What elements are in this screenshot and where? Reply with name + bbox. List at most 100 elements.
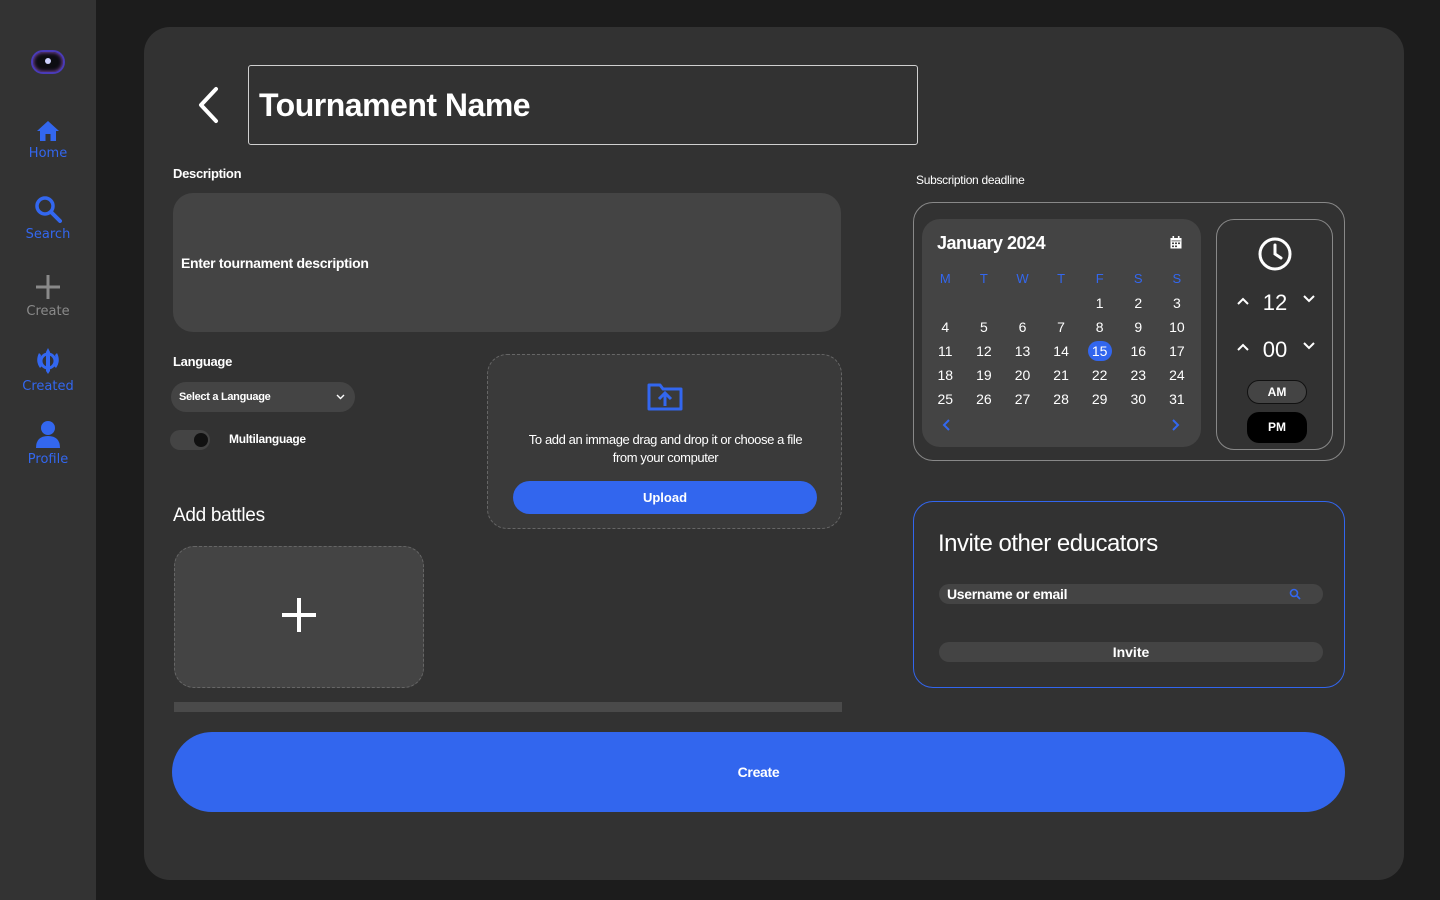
day-header: S bbox=[1172, 271, 1182, 286]
day-blank bbox=[1042, 293, 1081, 317]
pm-button[interactable]: PM bbox=[1247, 412, 1307, 443]
day-cell[interactable]: 14 bbox=[1042, 341, 1081, 365]
day-cell[interactable]: 23 bbox=[1119, 365, 1158, 389]
sidebar-item-label: Created bbox=[22, 379, 74, 394]
day-cell[interactable]: 2 bbox=[1119, 293, 1158, 317]
description-field[interactable]: Enter tournament description bbox=[173, 193, 841, 332]
invite-button[interactable]: Invite bbox=[939, 642, 1323, 662]
time-picker: 12 00 AM PM bbox=[1216, 219, 1333, 450]
plus-icon bbox=[36, 275, 60, 299]
day-header: T bbox=[979, 271, 988, 286]
multilanguage-toggle[interactable] bbox=[170, 430, 210, 450]
chevron-left-icon[interactable] bbox=[940, 418, 954, 432]
day-cell-selected[interactable]: 15 bbox=[1080, 341, 1119, 365]
horizontal-scrollbar[interactable] bbox=[174, 702, 842, 712]
back-arrow-icon[interactable] bbox=[194, 86, 226, 124]
create-button[interactable]: Create bbox=[172, 732, 1345, 812]
deadline-label: Subscription deadline bbox=[916, 173, 1025, 187]
day-cell[interactable]: 8 bbox=[1080, 317, 1119, 341]
description-label: Description bbox=[173, 166, 242, 181]
sidebar-item-profile[interactable]: Profile bbox=[0, 420, 96, 467]
plus-icon bbox=[282, 598, 316, 632]
day-cell[interactable]: 17 bbox=[1158, 341, 1197, 365]
sidebar-item-label: Search bbox=[25, 227, 71, 242]
invite-input-placeholder: Username or email bbox=[947, 586, 1068, 602]
day-cell[interactable]: 12 bbox=[965, 341, 1004, 365]
day-header: F bbox=[1095, 271, 1104, 286]
day-cell[interactable]: 24 bbox=[1158, 365, 1197, 389]
day-cell[interactable]: 13 bbox=[1003, 341, 1042, 365]
hour-up-icon[interactable] bbox=[1236, 296, 1250, 306]
sidebar-item-home[interactable]: Home bbox=[0, 120, 96, 161]
day-cell[interactable]: 29 bbox=[1080, 389, 1119, 413]
day-cell[interactable]: 19 bbox=[965, 365, 1004, 389]
day-header: T bbox=[1057, 271, 1066, 286]
day-cell[interactable]: 9 bbox=[1119, 317, 1158, 341]
sidebar-item-create[interactable]: Create bbox=[0, 274, 96, 319]
sidebar-item-label: Profile bbox=[27, 452, 69, 467]
minute-down-icon[interactable] bbox=[1302, 341, 1316, 351]
day-cell[interactable]: 25 bbox=[926, 389, 965, 413]
day-cell[interactable]: 1 bbox=[1080, 293, 1119, 317]
chevron-right-icon[interactable] bbox=[1168, 418, 1182, 432]
sidebar-item-label: Home bbox=[28, 146, 68, 161]
app-logo[interactable] bbox=[31, 50, 65, 74]
day-cell[interactable]: 3 bbox=[1158, 293, 1197, 317]
day-cell[interactable]: 27 bbox=[1003, 389, 1042, 413]
day-cell[interactable]: 7 bbox=[1042, 317, 1081, 341]
dropzone-instructions: To add an immage drag and drop it or cho… bbox=[528, 432, 803, 465]
day-cell[interactable]: 10 bbox=[1158, 317, 1197, 341]
day-label: 15 bbox=[1087, 341, 1112, 361]
user-icon bbox=[36, 421, 60, 448]
day-header: M bbox=[939, 271, 951, 286]
minute-value[interactable]: 00 bbox=[1250, 337, 1300, 363]
day-cell[interactable]: 4 bbox=[926, 317, 965, 341]
calendar-grid: M T W T F S S 1 2 3 4 5 6 7 8 9 10 11 12 13 14 15 16 17 18 19 20 21… bbox=[926, 269, 1198, 413]
invite-username-input[interactable]: Username or email bbox=[939, 584, 1323, 604]
invite-panel: Invite other educators Username or email… bbox=[913, 501, 1345, 688]
language-select-value: Select a Language bbox=[179, 391, 271, 403]
day-blank bbox=[965, 293, 1004, 317]
day-cell[interactable]: 18 bbox=[926, 365, 965, 389]
minute-up-icon[interactable] bbox=[1236, 342, 1250, 352]
search-icon bbox=[35, 196, 62, 223]
home-icon bbox=[37, 121, 59, 141]
day-cell[interactable]: 31 bbox=[1158, 389, 1197, 413]
calendar-icon[interactable] bbox=[1170, 236, 1182, 249]
sidebar: Home Search Create Created Profile bbox=[0, 0, 96, 900]
day-cell[interactable]: 11 bbox=[926, 341, 965, 365]
add-battles-title: Add battles bbox=[173, 505, 265, 526]
search-icon[interactable] bbox=[1289, 588, 1301, 600]
day-cell[interactable]: 26 bbox=[965, 389, 1004, 413]
am-button[interactable]: AM bbox=[1247, 380, 1307, 404]
image-dropzone[interactable]: To add an immage drag and drop it or cho… bbox=[487, 354, 842, 529]
day-cell[interactable]: 6 bbox=[1003, 317, 1042, 341]
toggle-knob bbox=[194, 433, 208, 447]
day-cell[interactable]: 30 bbox=[1119, 389, 1158, 413]
chevron-down-icon bbox=[336, 394, 345, 400]
day-cell[interactable]: 20 bbox=[1003, 365, 1042, 389]
folder-upload-icon bbox=[647, 383, 683, 411]
day-cell[interactable]: 22 bbox=[1080, 365, 1119, 389]
day-cell[interactable]: 5 bbox=[965, 317, 1004, 341]
clock-icon bbox=[1258, 237, 1292, 271]
day-blank bbox=[1003, 293, 1042, 317]
calendar-month-title: January 2024 bbox=[937, 233, 1046, 253]
khanda-icon bbox=[37, 348, 59, 374]
description-placeholder: Enter tournament description bbox=[181, 254, 369, 271]
sidebar-item-created[interactable]: Created bbox=[0, 347, 96, 394]
day-header: S bbox=[1133, 271, 1143, 286]
day-cell[interactable]: 21 bbox=[1042, 365, 1081, 389]
calendar: January 2024 M T W T F S S 1 2 3 4 5 6 7 8 9 10 11 12 13 14 1… bbox=[922, 219, 1201, 447]
tournament-name-input[interactable] bbox=[248, 65, 918, 145]
sidebar-item-search[interactable]: Search bbox=[0, 195, 96, 242]
upload-button[interactable]: Upload bbox=[513, 481, 817, 514]
hour-down-icon[interactable] bbox=[1302, 294, 1316, 304]
hour-value[interactable]: 12 bbox=[1250, 290, 1300, 316]
invite-title: Invite other educators bbox=[938, 530, 1158, 557]
day-cell[interactable]: 28 bbox=[1042, 389, 1081, 413]
language-label: Language bbox=[173, 354, 232, 369]
day-cell[interactable]: 16 bbox=[1119, 341, 1158, 365]
add-battle-button[interactable] bbox=[174, 546, 424, 688]
language-select[interactable]: Select a Language bbox=[171, 382, 355, 412]
